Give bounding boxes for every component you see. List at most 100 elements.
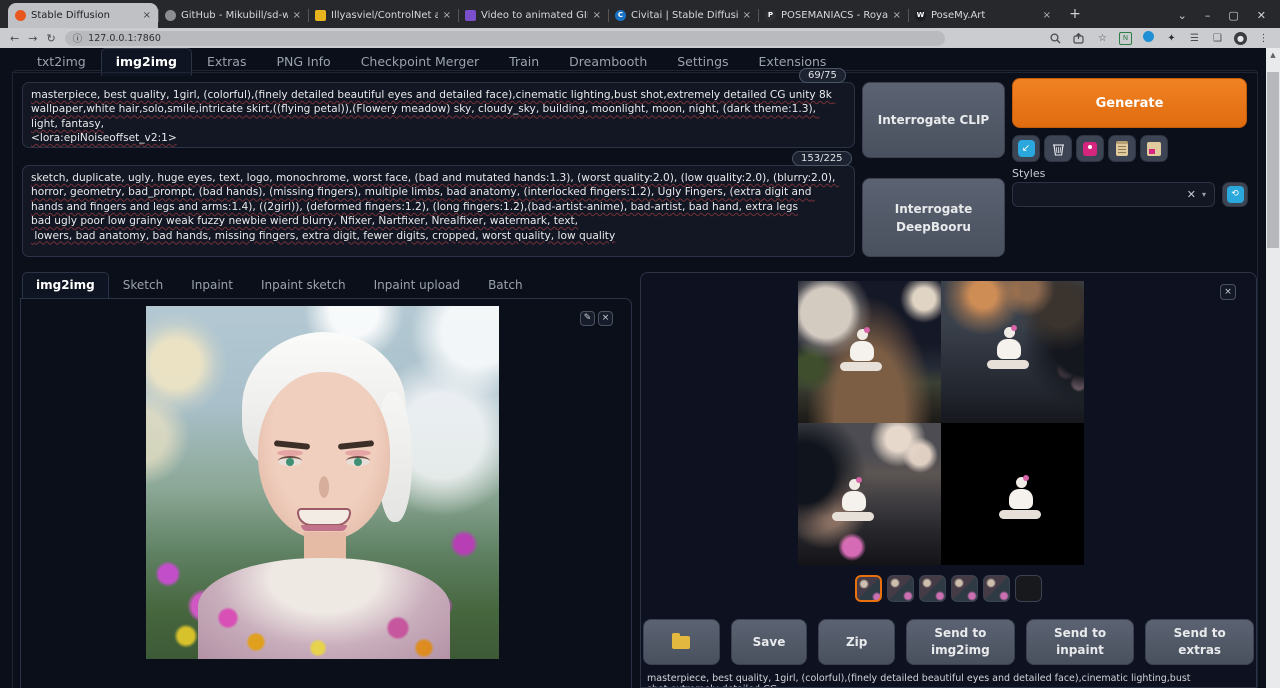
save-style-button[interactable] xyxy=(1140,135,1168,162)
img2img-source-panel: ✎ × Copy image to: img2img sketch in xyxy=(20,298,632,688)
controlnet-favicon xyxy=(315,10,326,21)
gallery-thumbnail-6[interactable] xyxy=(1015,575,1042,602)
tab-close-icon[interactable]: × xyxy=(593,10,601,21)
save-button[interactable]: Save xyxy=(731,619,808,665)
extra-networks-button[interactable] xyxy=(1076,135,1104,162)
tab-close-icon[interactable]: × xyxy=(743,10,751,21)
subtab-img2img[interactable]: img2img xyxy=(22,272,109,299)
extension-pinwheel-icon[interactable]: ✦ xyxy=(1165,33,1178,44)
result-image-4[interactable] xyxy=(941,423,1084,565)
browser-menu-kebab-icon[interactable]: ⋮ xyxy=(1257,33,1270,44)
subtab-inpaint[interactable]: Inpaint xyxy=(177,272,247,299)
posemyart-favicon: W xyxy=(915,10,926,21)
side-panel-icon[interactable]: ❏ xyxy=(1211,33,1224,44)
browser-tab-github[interactable]: GitHub - Mikubill/sd-webui-con × xyxy=(158,3,308,28)
img2img-mode-tabs: img2img Sketch Inpaint Inpaint sketch In… xyxy=(22,272,537,299)
stable-diffusion-favicon xyxy=(15,10,26,21)
dropdown-caret-icon[interactable]: ▾ xyxy=(1202,190,1206,199)
send-to-extras-button[interactable]: Send to extras xyxy=(1145,619,1254,665)
subtab-batch[interactable]: Batch xyxy=(474,272,537,299)
forward-arrow-icon[interactable]: → xyxy=(28,32,37,45)
subtab-inpaint-sketch[interactable]: Inpaint sketch xyxy=(247,272,360,299)
tab-search-chevron-icon[interactable]: ⌄ xyxy=(1178,9,1187,22)
gallery-thumbnail-4[interactable] xyxy=(951,575,978,602)
send-to-img2img-button[interactable]: Send to img2img xyxy=(906,619,1015,665)
result-image-2[interactable] xyxy=(941,281,1084,423)
civitai-favicon: C xyxy=(615,10,626,21)
apply-styles-button[interactable] xyxy=(1108,135,1136,162)
page-scrollbar[interactable]: ▲ xyxy=(1266,48,1280,688)
result-image-1[interactable] xyxy=(798,281,941,423)
zoom-icon[interactable] xyxy=(1050,33,1063,44)
scrollbar-thumb[interactable] xyxy=(1267,72,1279,248)
gallery-thumbnail-5[interactable] xyxy=(983,575,1010,602)
close-gallery-icon[interactable]: × xyxy=(1220,284,1236,300)
back-arrow-icon[interactable]: ← xyxy=(10,32,19,45)
source-image-art xyxy=(146,306,499,659)
refresh-styles-button[interactable]: ⟲ xyxy=(1222,182,1248,207)
prompt-textarea[interactable]: masterpiece, best quality, 1girl, (color… xyxy=(22,82,855,148)
bookmark-star-icon[interactable]: ☆ xyxy=(1096,33,1109,44)
interrogate-deepbooru-button[interactable]: Interrogate DeepBooru xyxy=(862,178,1005,257)
site-info-icon[interactable]: ⓘ xyxy=(73,31,83,45)
gallery-thumbnail-strip xyxy=(641,575,1256,602)
close-window-button[interactable]: ✕ xyxy=(1257,9,1266,22)
browser-tab-title: PoseMy.Art xyxy=(931,10,1038,21)
generate-button[interactable]: Generate xyxy=(1012,78,1247,128)
browser-tab-title: Video to animated GIF converter xyxy=(481,10,588,21)
result-image-grid[interactable] xyxy=(798,281,1084,565)
reading-list-icon[interactable]: ☰ xyxy=(1188,33,1201,44)
share-icon[interactable] xyxy=(1073,33,1086,44)
paste-arrow-icon: ↙ xyxy=(1018,140,1035,157)
clear-prompt-button[interactable] xyxy=(1044,135,1072,162)
prompt-token-counter: 69/75 xyxy=(799,68,846,83)
refresh-icon[interactable]: ↻ xyxy=(46,32,55,45)
browser-tab-stable-diffusion[interactable]: Stable Diffusion × xyxy=(8,3,158,28)
interrogate-clip-button[interactable]: Interrogate CLIP xyxy=(862,82,1005,158)
gallery-thumbnail-2[interactable] xyxy=(887,575,914,602)
browser-tab-title: Civitai | Stable Diffusion model xyxy=(631,10,738,21)
browser-tab-civitai[interactable]: C Civitai | Stable Diffusion model × xyxy=(608,3,758,28)
gallery-thumbnail-3[interactable] xyxy=(919,575,946,602)
minimize-window-button[interactable]: – xyxy=(1205,9,1211,22)
new-tab-button[interactable]: + xyxy=(1064,4,1086,26)
results-gallery-panel: × Save Zip Se xyxy=(640,272,1257,688)
negative-prompt-token-counter: 153/225 xyxy=(792,151,852,166)
profile-avatar[interactable]: ● xyxy=(1234,32,1247,45)
address-bar[interactable]: ⓘ 127.0.0.1:7860 xyxy=(65,31,945,46)
floppy-disk-icon xyxy=(1147,142,1161,156)
maximize-window-button[interactable]: ▢ xyxy=(1228,9,1238,22)
browser-tab-controlnet[interactable]: Illyasviel/ControlNet at main × xyxy=(308,3,458,28)
extension-blue-dot-icon[interactable] xyxy=(1142,31,1155,45)
subtab-sketch[interactable]: Sketch xyxy=(109,272,177,299)
remove-image-icon[interactable]: × xyxy=(598,311,613,326)
negative-prompt-textarea[interactable]: sketch, duplicate, ugly, huge eyes, text… xyxy=(22,165,855,257)
tab-close-icon[interactable]: × xyxy=(443,10,451,21)
subtab-inpaint-upload[interactable]: Inpaint upload xyxy=(360,272,474,299)
source-image[interactable] xyxy=(146,306,499,659)
send-to-inpaint-button[interactable]: Send to inpaint xyxy=(1026,619,1135,665)
styles-label: Styles xyxy=(1012,167,1045,180)
browser-tab-posemyart[interactable]: W PoseMy.Art × xyxy=(908,3,1058,28)
tab-close-icon[interactable]: × xyxy=(893,10,901,21)
styles-dropdown[interactable]: ✕ ▾ xyxy=(1012,182,1215,207)
browser-tab-gif-converter[interactable]: Video to animated GIF converter × xyxy=(458,3,608,28)
edit-image-pencil-icon[interactable]: ✎ xyxy=(580,311,595,326)
extra-networks-icon xyxy=(1083,142,1097,156)
result-image-3[interactable] xyxy=(798,423,941,565)
extension-badge-icon[interactable]: N xyxy=(1119,32,1132,45)
zip-button[interactable]: Zip xyxy=(818,619,895,665)
folder-icon xyxy=(672,636,690,649)
browser-tab-posemaniacs[interactable]: P POSEMANIACS - Royalty free 3 × xyxy=(758,3,908,28)
paste-generation-params-button[interactable]: ↙ xyxy=(1012,135,1040,162)
trash-icon xyxy=(1052,142,1065,156)
gif-converter-favicon xyxy=(465,10,476,21)
gallery-thumbnail-1[interactable] xyxy=(855,575,882,602)
clear-styles-icon[interactable]: ✕ xyxy=(1187,188,1196,201)
scrollbar-up-arrow-icon[interactable]: ▲ xyxy=(1266,48,1280,62)
open-folder-button[interactable] xyxy=(643,619,720,665)
tab-close-icon[interactable]: × xyxy=(1043,10,1051,21)
browser-tab-title: GitHub - Mikubill/sd-webui-con xyxy=(181,10,288,21)
tab-close-icon[interactable]: × xyxy=(143,10,151,21)
tab-close-icon[interactable]: × xyxy=(293,10,301,21)
